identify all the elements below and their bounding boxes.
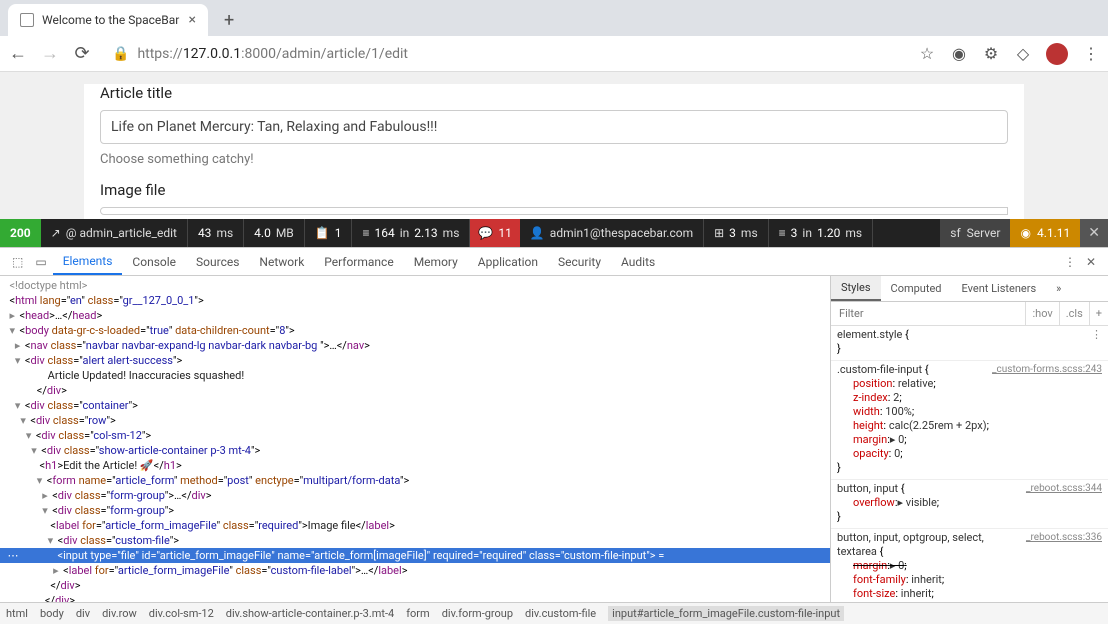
sf-route[interactable]: ↗@ admin_article_edit xyxy=(41,219,188,247)
devtools-more-icon[interactable]: ⋮ xyxy=(1064,255,1076,269)
url-scheme: https:// xyxy=(137,46,182,62)
forward-button[interactable]: → xyxy=(40,43,60,64)
sf-messages[interactable]: 💬11 xyxy=(470,219,519,247)
new-tab-button[interactable]: + xyxy=(224,4,234,36)
styles-tabs: Styles Computed Event Listeners » xyxy=(831,276,1108,302)
devtools-body: <!doctype html> <html lang="en" class="g… xyxy=(0,276,1108,602)
image-label: Image file xyxy=(100,181,1008,199)
page-body: Article title Choose something catchy! I… xyxy=(84,84,1024,219)
styles-filter-input[interactable] xyxy=(831,302,1025,325)
styles-rules[interactable]: ⋮ element.style { } _custom-forms.scss:2… xyxy=(831,326,1108,602)
rule-element-style: ⋮ element.style { } xyxy=(831,326,1108,361)
rule-custom-file-input: _custom-forms.scss:243 .custom-file-inpu… xyxy=(831,361,1108,480)
menu-icon[interactable]: ⋮ xyxy=(1082,45,1100,63)
device-icon[interactable]: ▭ xyxy=(29,255,52,269)
tab-elements[interactable]: Elements xyxy=(53,248,123,275)
url-host: 127.0.0.1 xyxy=(183,46,241,62)
profile-avatar[interactable] xyxy=(1046,43,1068,65)
sf-forms[interactable]: 📋1 xyxy=(305,219,353,247)
browser-tab[interactable]: Welcome to the SpaceBar × xyxy=(8,4,208,36)
inspect-icon[interactable]: ⬚ xyxy=(6,255,29,269)
rule-button-input: _reboot.scss:344 button, input { overflo… xyxy=(831,480,1108,529)
file-input[interactable] xyxy=(100,207,1008,215)
browser-toolbar: ← → ⟳ 🔒 https://127.0.0.1:8000/admin/art… xyxy=(0,36,1108,72)
sf-time[interactable]: 43ms xyxy=(188,219,244,247)
lock-icon: 🔒 xyxy=(112,46,129,62)
selected-element: ⋯ <input type="file" id="article_form_im… xyxy=(0,548,830,563)
tab-application[interactable]: Application xyxy=(468,248,548,275)
address-bar[interactable]: 🔒 https://127.0.0.1:8000/admin/article/1… xyxy=(104,46,906,62)
close-icon[interactable]: × xyxy=(189,12,196,28)
ext-icon-2[interactable]: ⚙ xyxy=(982,45,1000,63)
sf-cache[interactable]: ⊞3ms xyxy=(704,219,769,247)
elements-breadcrumb[interactable]: html body div div.row div.col-sm-12 div.… xyxy=(0,602,1108,624)
sf-server[interactable]: sfServer xyxy=(940,219,1010,247)
tab-audits[interactable]: Audits xyxy=(611,248,665,275)
tab-network[interactable]: Network xyxy=(249,248,314,275)
elements-panel[interactable]: <!doctype html> <html lang="en" class="g… xyxy=(0,276,830,602)
tab-performance[interactable]: Performance xyxy=(314,248,403,275)
url-path: :8000/admin/article/1/edit xyxy=(241,46,408,62)
toolbar-icons: ☆ ◉ ⚙ ◇ ⋮ xyxy=(918,43,1100,65)
ext-icon-1[interactable]: ◉ xyxy=(950,45,968,63)
rule-form-controls: _reboot.scss:336 button, input, optgroup… xyxy=(831,529,1108,602)
sf-memory[interactable]: 4.0MB xyxy=(244,219,305,247)
sf-close[interactable]: ✕ xyxy=(1080,219,1108,247)
reload-button[interactable]: ⟳ xyxy=(72,43,92,64)
devtools-close-icon[interactable]: ✕ xyxy=(1086,255,1096,269)
tab-console[interactable]: Console xyxy=(122,248,186,275)
tab-sources[interactable]: Sources xyxy=(186,248,249,275)
page-viewport: Article title Choose something catchy! I… xyxy=(0,72,1108,219)
page-icon xyxy=(20,13,34,27)
tab-memory[interactable]: Memory xyxy=(404,248,468,275)
sf-version[interactable]: ◉4.1.11 xyxy=(1010,219,1080,247)
tab-title: Welcome to the SpaceBar xyxy=(42,13,179,27)
sf-status[interactable]: 200 xyxy=(0,219,41,247)
styles-tab-listeners[interactable]: Event Listeners xyxy=(952,276,1047,301)
sf-queue[interactable]: ≡3in1.20ms xyxy=(769,219,873,247)
back-button[interactable]: ← xyxy=(8,43,28,64)
star-icon[interactable]: ☆ xyxy=(918,45,936,63)
add-rule-icon[interactable]: + xyxy=(1089,302,1108,325)
styles-tab-styles[interactable]: Styles xyxy=(831,276,881,301)
hov-toggle[interactable]: :hov xyxy=(1025,302,1058,325)
cls-toggle[interactable]: .cls xyxy=(1059,302,1089,325)
sf-user[interactable]: 👤admin1@thespacebar.com xyxy=(520,219,704,247)
devtools-tabs: ⬚ ▭ Elements Console Sources Network Per… xyxy=(0,248,1108,276)
tab-security[interactable]: Security xyxy=(548,248,611,275)
devtools: ⬚ ▭ Elements Console Sources Network Per… xyxy=(0,247,1108,624)
title-label: Article title xyxy=(100,84,1008,102)
title-hint: Choose something catchy! xyxy=(100,152,1008,167)
styles-panel: Styles Computed Event Listeners » :hov .… xyxy=(830,276,1108,602)
styles-tab-computed[interactable]: Computed xyxy=(881,276,952,301)
tab-bar: Welcome to the SpaceBar × + xyxy=(0,0,1108,36)
sf-db[interactable]: ≡164in2.13ms xyxy=(352,219,470,247)
styles-tab-more[interactable]: » xyxy=(1046,276,1071,301)
styles-filter-row: :hov .cls + xyxy=(831,302,1108,326)
symfony-toolbar: 200 ↗@ admin_article_edit 43ms 4.0MB 📋1 … xyxy=(0,219,1108,247)
ext-icon-3[interactable]: ◇ xyxy=(1014,45,1032,63)
browser-chrome: Welcome to the SpaceBar × + ← → ⟳ 🔒 http… xyxy=(0,0,1108,72)
title-input[interactable] xyxy=(100,110,1008,144)
